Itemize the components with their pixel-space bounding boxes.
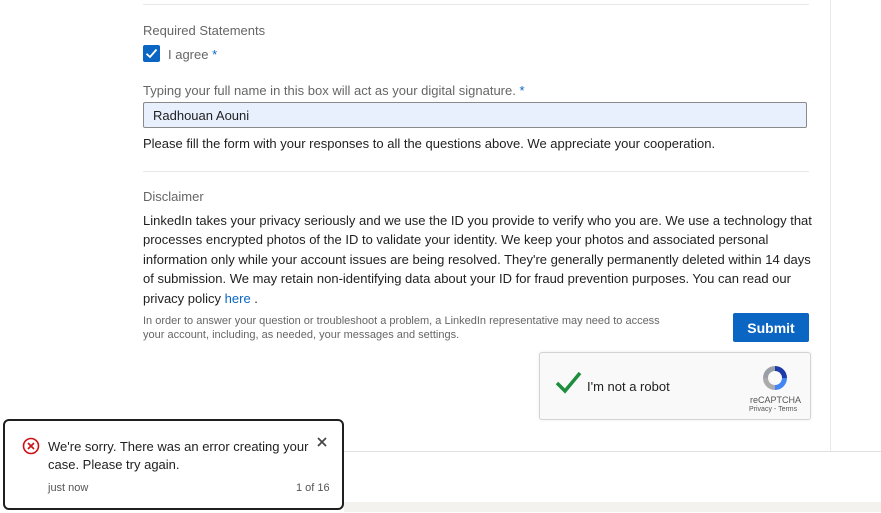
captcha-label: I'm not a robot (587, 379, 670, 394)
recaptcha-logo-icon (763, 366, 787, 390)
agree-label-text: I agree (168, 47, 209, 62)
signature-label: Typing your full name in this box will a… (143, 83, 525, 98)
toast-time: just now (48, 482, 89, 494)
disclaimer-suffix: . (250, 290, 258, 306)
fine-print: In order to answer your question or trou… (143, 315, 660, 341)
page-background-strip (344, 502, 881, 512)
privacy-policy-link[interactable]: here (225, 291, 251, 306)
top-divider (143, 4, 809, 5)
signature-label-text: Typing your full name in this box will a… (143, 83, 516, 98)
signature-input[interactable] (143, 102, 807, 128)
submit-button[interactable]: Submit (733, 313, 809, 342)
agree-checkbox[interactable] (143, 45, 160, 62)
close-icon[interactable] (316, 436, 328, 448)
recaptcha-terms-link[interactable]: Terms (778, 406, 797, 413)
section-divider (143, 171, 809, 172)
recaptcha-brand: reCAPTCHA (750, 395, 802, 405)
signature-help-text: Please fill the form with your responses… (143, 136, 716, 151)
error-icon (22, 437, 40, 455)
captcha-checkmark-icon[interactable] (554, 369, 582, 397)
disclaimer-heading: Disclaimer (143, 189, 204, 204)
agree-label[interactable]: I agree * (168, 47, 217, 62)
toast-counter: 1 of 16 (296, 482, 330, 494)
recaptcha-widget: I'm not a robot reCAPTCHA Privacy - Term… (539, 352, 811, 420)
toast-message: We're sorry. There was an error creating… (48, 439, 309, 472)
recaptcha-separator: - (773, 406, 777, 413)
error-toast: We're sorry. There was an error creating… (3, 419, 344, 510)
recaptcha-links: Privacy - Terms (749, 406, 797, 413)
content-right-border (830, 0, 831, 451)
required-statements-heading: Required Statements (143, 23, 266, 38)
required-marker: * (519, 83, 525, 98)
required-marker: * (212, 47, 218, 62)
recaptcha-privacy-link[interactable]: Privacy (749, 406, 772, 413)
checkmark-icon (145, 48, 158, 59)
disclaimer-text: LinkedIn takes your privacy seriously an… (143, 211, 813, 308)
